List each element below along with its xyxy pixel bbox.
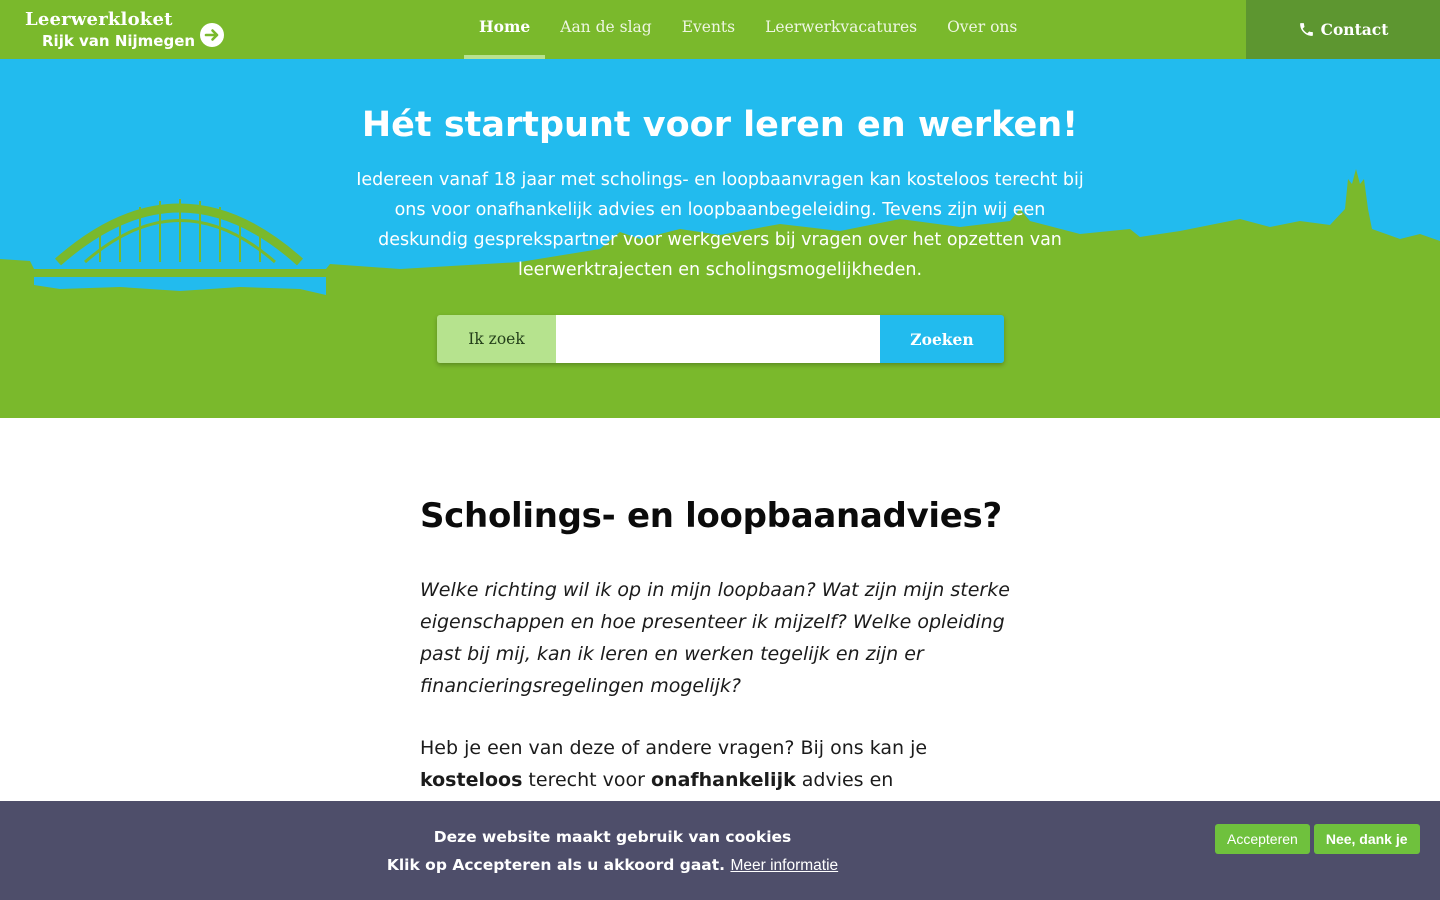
search-form: Ik zoek Zoeken [437,315,1004,363]
nav-item-home[interactable]: Home [464,0,546,59]
body-bold-text: onafhankelijk [650,769,796,791]
nav-item-over-ons[interactable]: Over ons [932,0,1032,59]
cookie-instruction: Klik op Accepteren als u akkoord gaat. M… [340,851,885,880]
logo-title: Leerwerkloket [25,9,173,30]
body-text: Heb je een van deze of andere vragen? Bi… [420,737,928,759]
section-heading: Scholings- en loopbaanadvies? [420,496,1002,536]
search-input[interactable] [556,315,880,363]
body-text: terecht voor [522,769,651,791]
search-button[interactable]: Zoeken [880,315,1004,363]
more-info-link[interactable]: Meer informatie [730,857,838,874]
cookie-title: Deze website maakt gebruik van cookies [433,828,792,846]
body-paragraph: Heb je een van deze of andere vragen? Bi… [420,732,1020,796]
hero-title: Hét startpunt voor leren en werken! [361,105,1079,145]
cookie-instruction-text: Klik op Accepteren als u akkoord gaat. [386,856,726,874]
cookie-buttons: Accepteren Nee, dank je [1215,824,1420,854]
cookie-message: Deze website maakt gebruik van cookies K… [340,823,885,880]
hero-description: Iedereen vanaf 18 jaar met scholings- en… [356,170,1084,280]
accept-cookies-button[interactable]: Accepteren [1215,824,1310,854]
search-label: Ik zoek [437,315,556,363]
logo-subtitle: Rijk van Nijmegen [42,32,196,50]
nav-item-events[interactable]: Events [667,0,750,59]
body-text: advies en [795,769,894,791]
main-content: Scholings- en loopbaanadvies? Welke rich… [420,490,1020,796]
intro-questions: Welke richting wil ik op in mijn loopbaa… [420,579,1010,697]
body-bold-text: kosteloos [420,769,523,791]
contact-button[interactable]: Contact [1246,0,1440,59]
contact-label: Contact [1320,20,1389,39]
main-navigation: Home Aan de slag Events Leerwerkvacature… [464,0,1032,59]
nav-item-leerwerkvacatures[interactable]: Leerwerkvacatures [750,0,932,59]
arrow-right-circle-icon [200,23,224,47]
cookie-consent-bar: Deze website maakt gebruik van cookies K… [0,801,1440,900]
decline-cookies-button[interactable]: Nee, dank je [1313,824,1420,854]
nav-item-aan-de-slag[interactable]: Aan de slag [545,0,666,59]
site-logo[interactable]: Leerwerkloket Rijk van Nijmegen [25,9,230,53]
phone-icon [1299,23,1313,36]
hero-section: Hét startpunt voor leren en werken! Iede… [0,59,1440,418]
top-navigation-bar: Leerwerkloket Rijk van Nijmegen Home Aan… [0,0,1440,59]
